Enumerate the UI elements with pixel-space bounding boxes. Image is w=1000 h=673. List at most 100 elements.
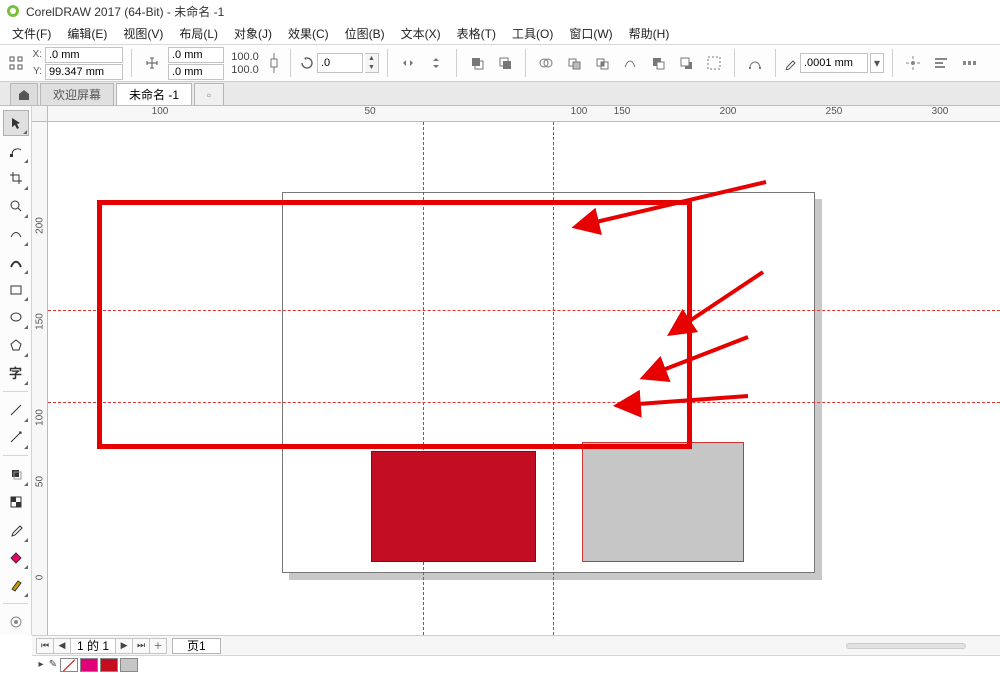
- menu-view[interactable]: 视图(V): [115, 23, 171, 44]
- simplify-icon[interactable]: [618, 51, 642, 75]
- options-tool[interactable]: [3, 609, 29, 635]
- text-tool[interactable]: 字: [3, 360, 29, 386]
- freehand-tool[interactable]: [3, 221, 29, 247]
- add-tab[interactable]: ▫: [194, 83, 224, 105]
- to-back-icon[interactable]: [493, 51, 517, 75]
- scale-x: 100.0: [228, 51, 262, 63]
- menu-help[interactable]: 帮助(H): [621, 23, 678, 44]
- swatch-gray[interactable]: [120, 658, 138, 672]
- size-block: [168, 47, 224, 80]
- menu-edit[interactable]: 编辑(E): [59, 23, 115, 44]
- ruler-h-label: 250: [826, 106, 843, 117]
- menu-bitmap[interactable]: 位图(B): [337, 23, 393, 44]
- nav-add-page-icon[interactable]: ＋: [149, 638, 167, 654]
- crop-tool[interactable]: [3, 166, 29, 192]
- scroll-slider[interactable]: [846, 643, 966, 649]
- outline-width-input[interactable]: [800, 53, 868, 73]
- red-rectangle-object[interactable]: [371, 451, 536, 562]
- height-input[interactable]: [168, 64, 224, 80]
- nav-last-icon[interactable]: ⏭: [132, 638, 150, 654]
- align-icon[interactable]: [929, 51, 953, 75]
- menu-table[interactable]: 表格(T): [449, 23, 504, 44]
- drop-shadow-tool[interactable]: [3, 461, 29, 487]
- ruler-h-label: 100: [571, 106, 588, 117]
- rectangle-tool[interactable]: [3, 277, 29, 303]
- menu-effects[interactable]: 效果(C): [280, 23, 337, 44]
- shape-tool[interactable]: [3, 138, 29, 164]
- menu-text[interactable]: 文本(X): [393, 23, 449, 44]
- welcome-tab-label: 欢迎屏幕: [53, 86, 101, 103]
- menu-window[interactable]: 窗口(W): [561, 23, 620, 44]
- property-bar: X: Y: 100.0 100.0 ▲▼: [0, 44, 1000, 82]
- to-front-icon[interactable]: [465, 51, 489, 75]
- connector-tool[interactable]: [3, 425, 29, 451]
- rotation-spinner[interactable]: ▲▼: [365, 53, 379, 73]
- swatch-none[interactable]: [60, 658, 78, 672]
- ruler-vertical[interactable]: 200150100500: [32, 122, 48, 635]
- welcome-tab[interactable]: 欢迎屏幕: [40, 83, 114, 105]
- back-minus-front-icon[interactable]: [674, 51, 698, 75]
- menu-bar: 文件(F) 编辑(E) 视图(V) 布局(L) 对象(J) 效果(C) 位图(B…: [0, 22, 1000, 44]
- object-origin-icon[interactable]: [4, 51, 28, 75]
- parallel-dimension-tool[interactable]: [3, 397, 29, 423]
- ruler-corner[interactable]: [32, 106, 48, 122]
- menu-tools[interactable]: 工具(O): [504, 23, 561, 44]
- lock-ratio-icon[interactable]: [266, 49, 282, 77]
- zoom-tool[interactable]: [3, 193, 29, 219]
- color-palette: ▸ ✎: [32, 655, 1000, 673]
- eyedropper-tool[interactable]: [3, 517, 29, 543]
- ruler-h-label: 100: [152, 106, 169, 117]
- trim-icon[interactable]: [562, 51, 586, 75]
- ruler-v-label: 100: [35, 408, 46, 428]
- menu-object[interactable]: 对象(J): [226, 23, 280, 44]
- intersect-icon[interactable]: [590, 51, 614, 75]
- menu-layout[interactable]: 布局(L): [171, 23, 226, 44]
- fill-tool[interactable]: [3, 545, 29, 571]
- front-minus-back-icon[interactable]: [646, 51, 670, 75]
- smart-fill-tool[interactable]: [3, 572, 29, 598]
- width-input[interactable]: [168, 47, 224, 63]
- polygon-tool[interactable]: [3, 332, 29, 358]
- page-tab-1[interactable]: 页1: [172, 638, 221, 654]
- mirror-h-icon[interactable]: [396, 51, 420, 75]
- pick-tool[interactable]: [3, 110, 29, 136]
- outline-dropdown-icon[interactable]: ▾: [870, 53, 884, 73]
- page-tab-label: 页1: [187, 637, 206, 654]
- transparency-tool[interactable]: [3, 489, 29, 515]
- mirror-v-icon[interactable]: [424, 51, 448, 75]
- doc-tab[interactable]: 未命名 -1: [116, 83, 192, 105]
- app-logo-icon: [6, 4, 20, 18]
- position-block: X: Y:: [32, 47, 123, 80]
- ellipse-tool[interactable]: [3, 304, 29, 330]
- nav-page-of: 1 的 1: [70, 638, 116, 654]
- nav-first-icon[interactable]: ⏮: [36, 638, 54, 654]
- distribute-icon[interactable]: [957, 51, 981, 75]
- gray-rectangle-object[interactable]: [582, 442, 744, 562]
- rotation-input[interactable]: [317, 53, 363, 73]
- toolbox: 字: [0, 106, 32, 635]
- ruler-horizontal[interactable]: 10050100150200250300400: [48, 106, 1000, 122]
- page-navigator: ⏮ ◀ 1 的 1 ▶ ⏭ ＋ 页1: [32, 635, 1000, 655]
- snap-icon[interactable]: [901, 51, 925, 75]
- y-input[interactable]: [45, 64, 123, 80]
- canvas-wrap: 10050100150200250300400 200150100500: [32, 106, 1000, 635]
- swatch-red[interactable]: [100, 658, 118, 672]
- x-input[interactable]: [45, 47, 123, 63]
- swatch-magenta[interactable]: [80, 658, 98, 672]
- canvas[interactable]: [48, 122, 1000, 635]
- nav-next-icon[interactable]: ▶: [115, 638, 133, 654]
- nav-prev-icon[interactable]: ◀: [53, 638, 71, 654]
- artistic-media-tool[interactable]: [3, 249, 29, 275]
- outline-pen-icon: [784, 56, 798, 70]
- convert-to-curves-icon[interactable]: [743, 51, 767, 75]
- ruler-v-label: 0: [35, 568, 46, 588]
- document-tabs: 欢迎屏幕 未命名 -1 ▫: [0, 82, 1000, 106]
- weld-icon[interactable]: [534, 51, 558, 75]
- doc-tab-label: 未命名 -1: [129, 86, 179, 103]
- boundary-icon[interactable]: [702, 51, 726, 75]
- home-tab[interactable]: [10, 83, 38, 105]
- scale-block: 100.0 100.0: [228, 51, 262, 76]
- palette-left-icon[interactable]: ▸: [36, 659, 46, 670]
- palette-menu-icon[interactable]: ✎: [48, 659, 58, 670]
- menu-file[interactable]: 文件(F): [4, 23, 59, 44]
